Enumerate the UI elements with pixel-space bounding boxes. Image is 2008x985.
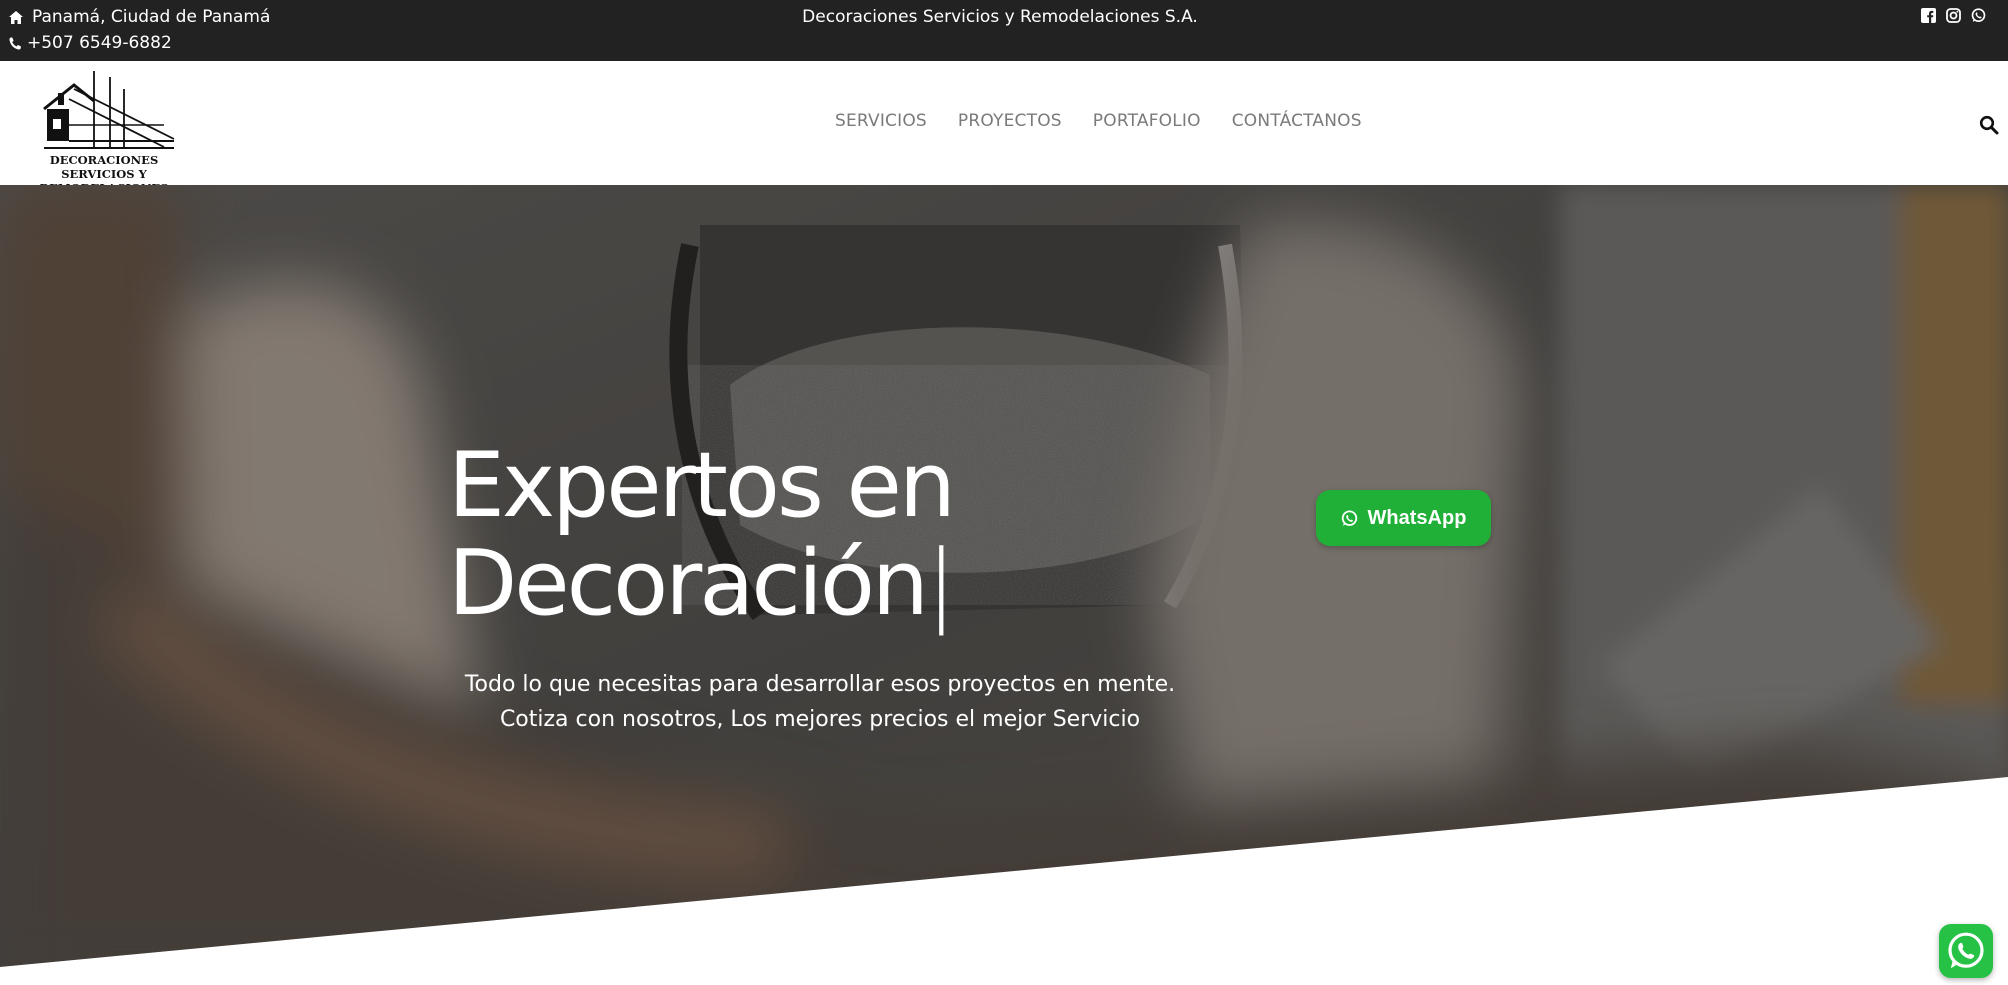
whatsapp-icon [1948, 932, 1984, 969]
main-nav: SERVICIOS PROYECTOS PORTAFOLIO CONTÁCTAN… [835, 111, 1362, 131]
hero-title-line2: Decoración [448, 531, 929, 636]
whatsapp-button-label: WhatsApp [1367, 506, 1467, 529]
company-name: Decoraciones Servicios y Remodelaciones … [802, 7, 1198, 27]
facebook-icon[interactable] [1921, 8, 1938, 25]
instagram-icon[interactable] [1946, 8, 1963, 25]
phone-info[interactable]: +507 6549-6882 [9, 33, 172, 53]
whatsapp-chat-widget[interactable] [1939, 924, 1993, 978]
hero-subtitle-line2: Cotiza con nosotros, Los mejores precios… [499, 707, 1141, 732]
nav-item-portafolio[interactable]: PORTAFOLIO [1093, 111, 1201, 131]
typing-cursor: | [925, 531, 956, 636]
whatsapp-button[interactable]: WhatsApp [1316, 490, 1491, 546]
hero-title-line2-wrap: Decoración| [448, 535, 956, 633]
whatsapp-icon[interactable] [1971, 8, 1988, 25]
social-links [1921, 8, 1988, 25]
hero-title: Expertos en Decoración| [448, 433, 956, 633]
house-logo-icon [43, 71, 175, 149]
hero-subtitle-line1: Todo lo que necesitas para desarrollar e… [464, 672, 1176, 697]
nav-item-servicios[interactable]: SERVICIOS [835, 111, 927, 131]
whatsapp-icon [1341, 509, 1357, 526]
nav-item-proyectos[interactable]: PROYECTOS [958, 111, 1062, 131]
search-icon[interactable] [1979, 115, 1999, 135]
top-info-bar: Panamá, Ciudad de Panamá +507 6549-6882 … [0, 0, 2008, 61]
nav-item-contactanos[interactable]: CONTÁCTANOS [1232, 111, 1362, 131]
phone-text[interactable]: +507 6549-6882 [27, 33, 172, 53]
hero-title-line1: Expertos en [448, 433, 956, 538]
hero-subtitle: Todo lo que necesitas para desarrollar e… [420, 667, 1220, 737]
hero-background-image [0, 185, 2008, 985]
company-logo[interactable]: DECORACIONES SERVICIOS Y REMODELACIONES [14, 69, 194, 195]
site-header: DECORACIONES SERVICIOS Y REMODELACIONES … [0, 61, 2008, 195]
hero-section: Expertos en Decoración| Todo lo que nece… [0, 185, 2008, 985]
phone-icon [9, 37, 21, 50]
